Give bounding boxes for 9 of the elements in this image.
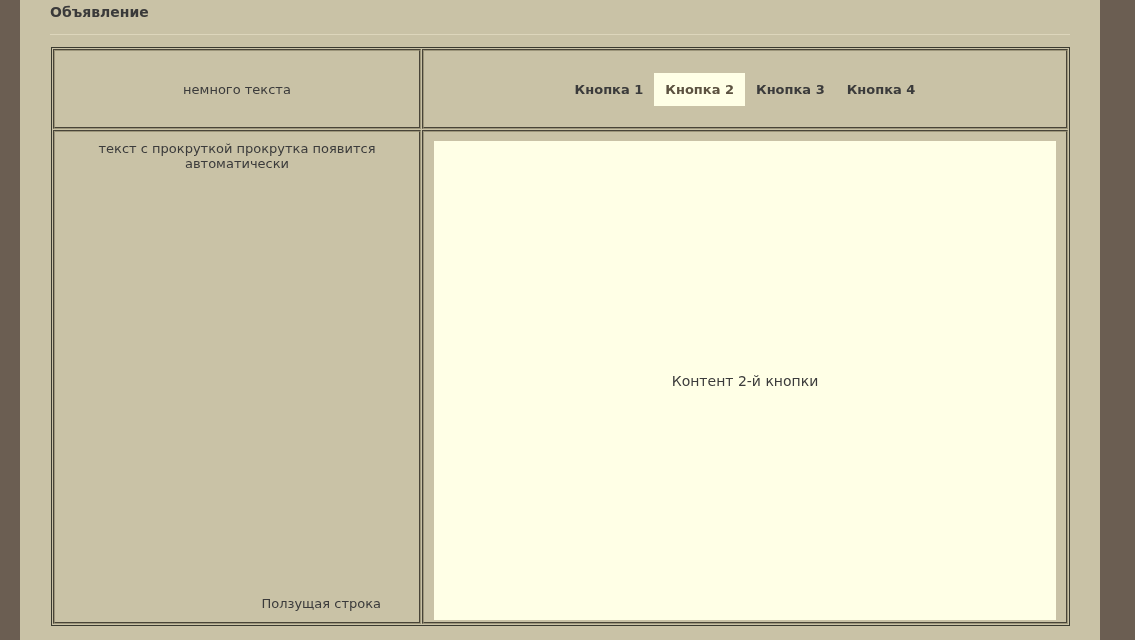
header-text: немного текста	[183, 81, 291, 97]
tab-button[interactable]: Кнопка 2	[654, 72, 745, 106]
page-title: Объявление	[50, 4, 150, 22]
tab-button[interactable]: Кнопка 1	[563, 72, 655, 106]
tab-button[interactable]: Кнопка 3	[745, 72, 836, 106]
marquee-text: Ползущая строка	[261, 596, 381, 611]
tab-button[interactable]: Кнопка 4	[835, 72, 927, 106]
content-text: Контент 2-й кнопки	[671, 372, 819, 389]
sidebar-text: текст с прокруткой прокрутка появится автоматически	[97, 141, 377, 171]
